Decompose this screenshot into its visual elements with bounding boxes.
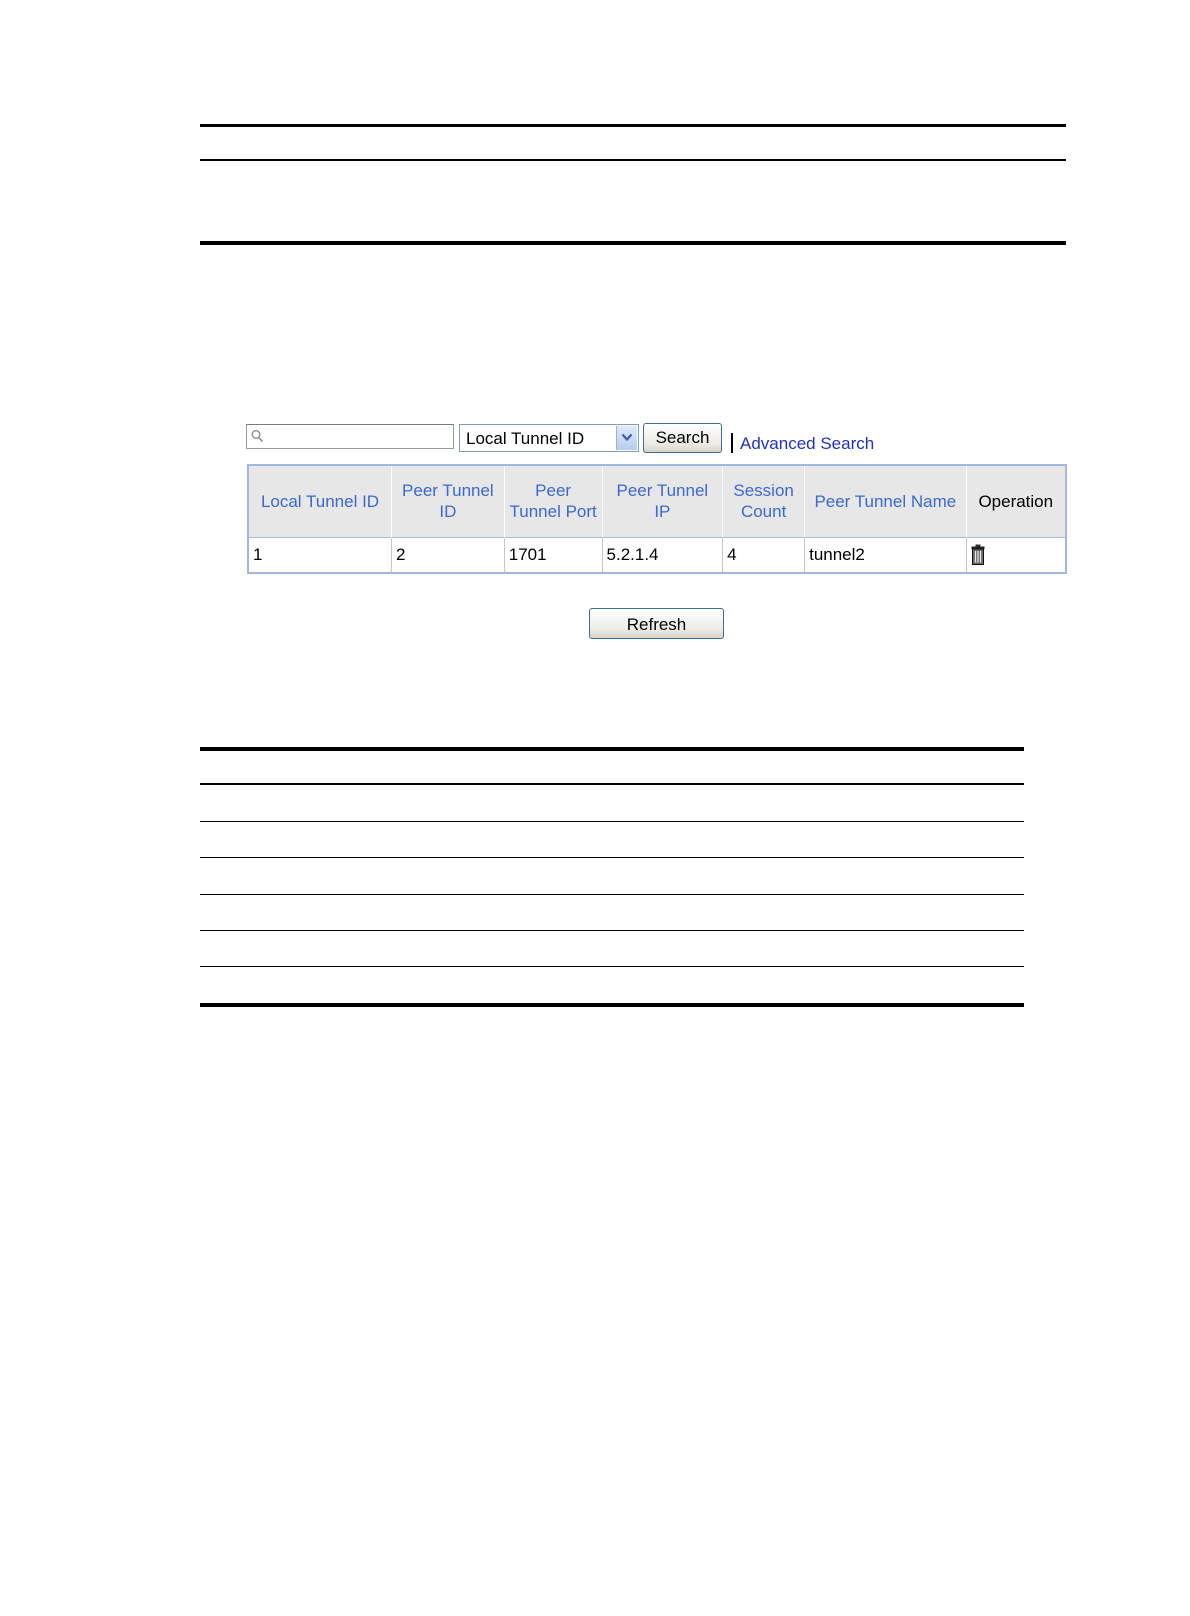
column-header-peer-tunnel-port[interactable]: Peer Tunnel Port: [504, 465, 603, 537]
cell-peer-tunnel-ip: 5.2.1.4: [602, 536, 724, 573]
column-header-local-tunnel-id[interactable]: Local Tunnel ID: [248, 465, 393, 537]
search-field[interactable]: [246, 424, 454, 449]
chevron-down-icon[interactable]: [616, 426, 637, 450]
tunnel-table: Local Tunnel ID Peer Tunnel ID Peer Tunn…: [247, 464, 1067, 574]
doc-table-row-rule: [200, 930, 1024, 931]
doc-table-bottom-rule: [200, 241, 1066, 245]
search-field-select[interactable]: Local Tunnel ID: [459, 424, 639, 452]
trash-icon[interactable]: [971, 544, 985, 565]
search-button[interactable]: Search: [643, 423, 722, 453]
doc-table-header-rule: [200, 159, 1066, 161]
column-header-peer-tunnel-name[interactable]: Peer Tunnel Name: [804, 465, 967, 537]
table-row: 1 2 1701 5.2.1.4 4 tunnel2: [248, 536, 1067, 573]
doc-table-top-rule: [200, 124, 1066, 127]
doc-table-row-rule: [200, 857, 1024, 858]
column-header-peer-tunnel-id[interactable]: Peer Tunnel ID: [391, 465, 505, 537]
cell-peer-tunnel-name: tunnel2: [804, 536, 967, 573]
column-header-operation: Operation: [966, 465, 1067, 537]
search-field-selected: Local Tunnel ID: [466, 429, 585, 448]
cell-session-count: 4: [722, 536, 806, 573]
column-header-session-count[interactable]: Session Count: [722, 465, 806, 537]
cell-peer-tunnel-port: 1701: [504, 536, 603, 573]
search-icon: [251, 430, 264, 443]
table-header-row: Local Tunnel ID Peer Tunnel ID Peer Tunn…: [248, 465, 1067, 537]
doc-table-top-rule: [200, 747, 1024, 751]
search-input[interactable]: [267, 427, 449, 446]
refresh-button[interactable]: Refresh: [589, 608, 724, 639]
doc-table-row-rule: [200, 894, 1024, 895]
advanced-search-link[interactable]: Advanced Search: [740, 434, 874, 454]
cell-operation: [966, 536, 1067, 573]
cell-peer-tunnel-id: 2: [391, 536, 505, 573]
column-header-peer-tunnel-ip[interactable]: Peer Tunnel IP: [602, 465, 724, 537]
doc-table-row-rule: [200, 966, 1024, 967]
cell-local-tunnel-id: 1: [248, 536, 393, 573]
doc-table-bottom-rule: [200, 1003, 1024, 1007]
doc-table-header-rule: [200, 783, 1024, 785]
toolbar-separator: [731, 433, 733, 453]
doc-table-row-rule: [200, 821, 1024, 822]
